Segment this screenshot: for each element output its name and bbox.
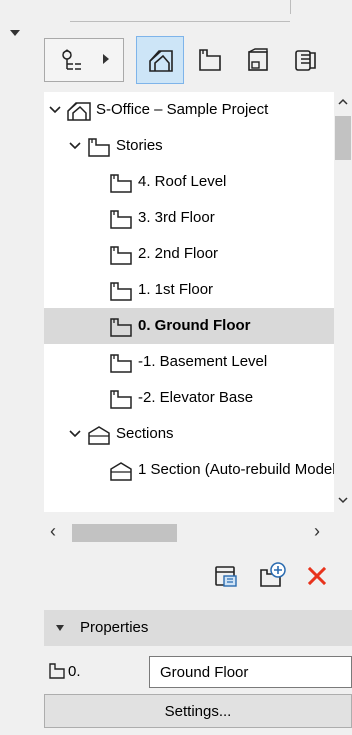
panel-collapse-arrow-icon[interactable]	[10, 30, 20, 36]
tree-item-label: -2. Elevator Base	[138, 389, 254, 406]
tree-item-label: -1. Basement Level	[138, 353, 268, 370]
tree-item-label: 4. Roof Level	[138, 173, 227, 190]
publisher-sets-button[interactable]	[282, 36, 330, 84]
story-name-field[interactable]	[149, 656, 352, 688]
tree-item-story[interactable]: -1. Basement Level	[44, 344, 334, 380]
scroll-down-icon[interactable]	[337, 494, 349, 506]
properties-title: Properties	[80, 619, 149, 636]
tree-item-stories[interactable]: Stories	[44, 128, 334, 164]
view-settings-button[interactable]	[210, 560, 242, 592]
tree-item-project[interactable]: S-Office – Sample Project	[44, 92, 334, 128]
panel-gutter	[0, 0, 31, 735]
story-icon	[110, 354, 132, 373]
divider	[290, 0, 291, 14]
caret-right-icon	[103, 54, 109, 64]
tree-item-sections[interactable]: Sections	[44, 416, 334, 452]
tree-item-label: Sections	[116, 425, 174, 442]
tree-item-label: 3. 3rd Floor	[138, 209, 215, 226]
tree-vertical-scrollbar[interactable]	[334, 92, 352, 512]
project-navigator-panel: S-Office – Sample Project Stories 4. Roo…	[0, 0, 352, 735]
tree-item-label: 1 Section (Auto-rebuild Model)	[138, 461, 334, 478]
tree-item-label: Stories	[116, 137, 163, 154]
divider	[70, 21, 290, 22]
tree-item-story[interactable]: 2. 2nd Floor	[44, 236, 334, 272]
tree-item-label: 0. Ground Floor	[138, 317, 251, 334]
tree-horizontal-scrollbar[interactable]: ‹ ›	[44, 512, 334, 548]
tree-item-label: S-Office – Sample Project	[96, 101, 269, 118]
story-icon	[110, 318, 132, 337]
story-properties-row: 0.	[44, 656, 352, 688]
section-icon	[110, 462, 132, 481]
delete-icon	[307, 566, 327, 586]
tree-item-story[interactable]: 3. 3rd Floor	[44, 200, 334, 236]
story-icon	[110, 282, 132, 301]
navigator-menu-button[interactable]	[44, 38, 124, 82]
chevron-down-icon[interactable]	[68, 128, 82, 164]
tree-item-story[interactable]: 4. Roof Level	[44, 164, 334, 200]
scroll-left-icon[interactable]: ‹	[50, 520, 56, 542]
tree-item-label: 1. 1st Floor	[138, 281, 214, 298]
tree-item-story[interactable]: -2. Elevator Base	[44, 380, 334, 416]
sections-icon	[88, 426, 110, 445]
new-viewpoint-icon	[260, 562, 286, 587]
tree-item-label: 2. 2nd Floor	[138, 245, 219, 262]
project-icon	[67, 102, 91, 121]
navigator-content: S-Office – Sample Project Stories 4. Roo…	[30, 0, 352, 735]
story-icon	[110, 390, 132, 409]
project-map-button[interactable]	[136, 36, 184, 84]
tree-item-story-selected[interactable]: 0. Ground Floor	[44, 308, 334, 344]
view-map-button[interactable]	[186, 36, 234, 84]
delete-button[interactable]	[302, 560, 334, 592]
view-map-icon	[199, 49, 221, 71]
view-settings-icon	[215, 566, 237, 587]
story-icon	[110, 210, 132, 229]
publisher-sets-icon	[295, 50, 316, 71]
layout-book-button[interactable]	[234, 36, 282, 84]
navigator-toolbar	[44, 36, 352, 86]
chevron-down-icon[interactable]	[48, 92, 62, 128]
scrollbar-thumb[interactable]	[335, 116, 351, 160]
navigator-tree-icon	[62, 49, 81, 70]
scroll-up-icon[interactable]	[337, 96, 349, 108]
tree-item-section[interactable]: 1 Section (Auto-rebuild Model)	[44, 452, 334, 488]
story-icon	[110, 246, 132, 265]
story-icon	[49, 663, 65, 679]
stories-icon	[88, 138, 110, 157]
story-number: 0.	[68, 663, 81, 680]
project-tree[interactable]: S-Office – Sample Project Stories 4. Roo…	[44, 92, 334, 512]
layout-book-icon	[248, 48, 268, 71]
project-map-icon	[149, 50, 173, 72]
properties-header[interactable]: Properties	[44, 610, 352, 646]
navigator-actions	[210, 560, 352, 594]
new-viewpoint-button[interactable]	[256, 560, 288, 592]
collapse-triangle-icon	[56, 625, 64, 631]
scrollbar-thumb[interactable]	[72, 524, 177, 542]
tree-item-story[interactable]: 1. 1st Floor	[44, 272, 334, 308]
scroll-right-icon[interactable]: ›	[314, 520, 320, 542]
story-icon	[110, 174, 132, 193]
chevron-down-icon[interactable]	[68, 416, 82, 452]
settings-button[interactable]: Settings...	[44, 694, 352, 728]
